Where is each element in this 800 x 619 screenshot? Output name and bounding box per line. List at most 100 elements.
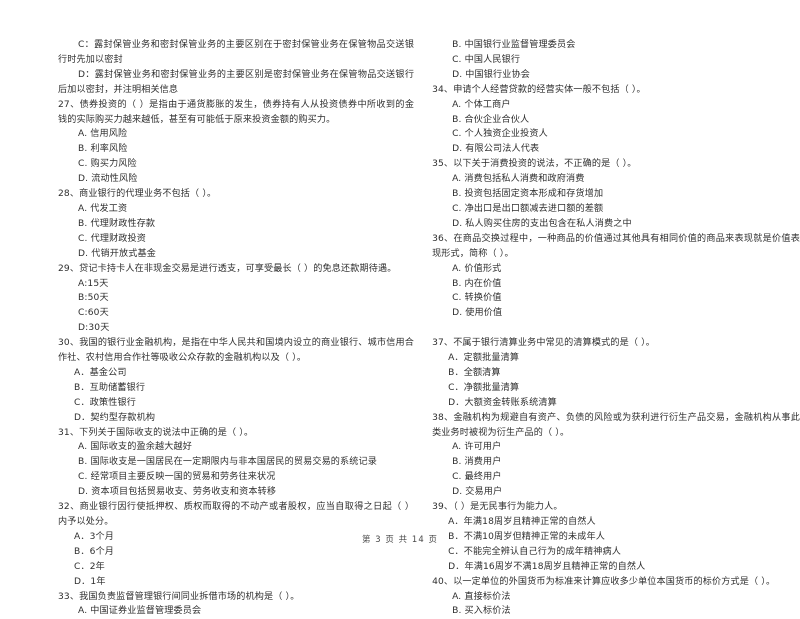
question-39-stem: 39、（ ）是无民事行为能力人。 [432,500,800,515]
question-35-text: 以下关于消费投资的说法，不正确的是（ ）。 [453,159,637,170]
question-29-option-c[interactable]: C:60天 [58,306,414,321]
question-33: 33、我国负责监督管理银行间同业拆借市场的机构是（ ）。 A. 中国证券业监督管… [58,590,414,619]
question-34-text: 申请个人经营贷款的经营实体一般不包括（ ）。 [453,84,646,95]
question-34-option-c[interactable]: C. 个人独资企业投资人 [432,127,800,142]
column-gap-spacer [432,321,800,336]
question-39-option-d[interactable]: D．年满16周岁不满18周岁且精神正常的自然人 [432,560,800,575]
question-39-option-a[interactable]: A．年满18周岁且精神正常的自然人 [432,515,800,530]
question-27-stem: 27、债券投资的（ ）是指由于通货膨胀的发生，债券持有人从投资债券中所收到的金钱… [58,98,414,128]
question-33-stem: 33、我国负责监督管理银行间同业拆借市场的机构是（ ）。 [58,590,414,605]
question-30-option-a[interactable]: A．基金公司 [58,366,414,381]
question-39-text: （ ）是无民事行为能力人。 [453,502,563,513]
question-27: 27、债券投资的（ ）是指由于通货膨胀的发生，债券持有人从投资债券中所收到的金钱… [58,98,414,187]
question-27-text: 债券投资的（ ）是指由于通货膨胀的发生，债券持有人从投资债券中所收到的金钱的实际… [58,99,415,125]
question-29-option-b[interactable]: B:50天 [58,291,414,306]
question-32-option-d[interactable]: D．1年 [58,575,414,590]
question-38-option-b[interactable]: B. 消费用户 [432,455,800,470]
question-30: 30、我国的银行业金融机构，是指在中华人民共和国境内设立的商业银行、城市信用合作… [58,336,414,425]
question-27-option-c[interactable]: C. 购买力风险 [58,157,414,172]
question-30-text: 我国的银行业金融机构，是指在中华人民共和国境内设立的商业银行、城市信用合作社、农… [58,338,415,364]
question-35-option-b[interactable]: B. 投资包括固定资本形成和存货增加 [432,187,800,202]
question-40-text: 以一定单位的外国货币为标准来计算应收多少单位本国货币的标价方式是（ ）。 [453,576,776,587]
question-29-stem: 29、贷记卡持卡人在非现金交易是进行透支，可享受最长（ ）的免息还款期待遇。 [58,262,414,277]
question-34: 34、申请个人经营贷款的经营实体一般不包括（ ）。 A. 个体工商户 B. 合伙… [432,83,800,158]
question-34-option-d[interactable]: D. 有限公司法人代表 [432,142,800,157]
question-36: 36、在商品交换过程中，一种商品的价值通过其他具有相同价值的商品来表现就是价值表… [432,232,800,321]
question-29-option-d[interactable]: D:30天 [58,321,414,336]
left-column: C：露封保管业务和密封保管业务的主要区别在于密封保管业务在保管物品交送银行时先加… [58,38,426,619]
question-37-option-b[interactable]: B．全额清算 [432,366,800,381]
question-36-option-b[interactable]: B. 内在价值 [432,277,800,292]
question-40-option-b[interactable]: B. 买入标价法 [432,604,800,619]
question-35-stem: 35、以下关于消费投资的说法，不正确的是（ ）。 [432,157,800,172]
right-column: B. 中国银行业监督管理委员会 C. 中国人民银行 D. 中国银行业协会 34、… [432,38,800,619]
question-38-option-a[interactable]: A. 许可用户 [432,440,800,455]
question-28-number: 28、 [58,189,80,200]
question-33-option-b[interactable]: B. 中国银行业监督管理委员会 [432,38,800,53]
question-39-option-c[interactable]: C．不能完全辨认自己行为的成年精神病人 [432,545,800,560]
question-31-option-b[interactable]: B. 国际收支是一国居民在一定期限内与非本国居民的贸易交易的系统记录 [58,455,414,470]
question-38-option-c[interactable]: C. 最终用户 [432,470,800,485]
question-37-option-c[interactable]: C．净额批量清算 [432,381,800,396]
question-34-stem: 34、申请个人经营贷款的经营实体一般不包括（ ）。 [432,83,800,98]
question-27-option-a[interactable]: A. 信用风险 [58,127,414,142]
question-36-option-a[interactable]: A. 价值形式 [432,262,800,277]
question-31: 31、下列关于国际收支的说法中正确的是（ ）。 A. 国际收支的盈余越大越好 B… [58,426,414,501]
question-28-option-a[interactable]: A. 代发工资 [58,202,414,217]
question-32-number: 32、 [58,502,80,513]
question-35-option-c[interactable]: C. 净出口是出口额减去进口额的差额 [432,202,800,217]
question-30-option-d[interactable]: D．契约型存款机构 [58,411,414,426]
question-37-number: 37、 [432,338,454,349]
question-32-option-b[interactable]: B．6个月 [58,545,414,560]
question-27-number: 27、 [58,99,80,110]
question-35-option-a[interactable]: A. 消费包括私人消费和政府消费 [432,172,800,187]
question-29-number: 29、 [58,263,80,274]
question-33-option-d[interactable]: D. 中国银行业协会 [432,68,800,83]
question-37: 37、不属于银行清算业务中常见的清算模式的是（ ）。 A．定额批量清算 B．全额… [432,336,800,411]
question-30-number: 30、 [58,338,80,349]
question-29-text: 贷记卡持卡人在非现金交易是进行透支，可享受最长（ ）的免息还款期待遇。 [79,263,397,274]
question-29-option-a[interactable]: A:15天 [58,277,414,292]
question-34-option-b[interactable]: B. 合伙企业合伙人 [432,113,800,128]
question-34-option-a[interactable]: A. 个体工商户 [432,98,800,113]
question-27-option-d[interactable]: D. 流动性风险 [58,172,414,187]
question-31-option-c[interactable]: C. 经常项目主要反映一国的贸易和劳务往来状况 [58,470,414,485]
question-29: 29、贷记卡持卡人在非现金交易是进行透支，可享受最长（ ）的免息还款期待遇。 A… [58,262,414,337]
exam-page: C：露封保管业务和密封保管业务的主要区别在于密封保管业务在保管物品交送银行时先加… [0,0,800,616]
question-38-text: 金融机构为规避自有资产、负债的风险或为获利进行衍生产品交易，金融机构从事此类业务… [432,412,800,438]
question-32-stem: 32、商业银行因行使抵押权、质权而取得的不动产或者股权，应当自取得之日起（ ）内… [58,500,414,530]
question-28-option-c[interactable]: C. 代理财政投资 [58,232,414,247]
question-27-option-b[interactable]: B. 利率风险 [58,142,414,157]
question-33-option-c[interactable]: C. 中国人民银行 [432,53,800,68]
question-31-option-a[interactable]: A. 国际收支的盈余越大越好 [58,440,414,455]
question-31-stem: 31、下列关于国际收支的说法中正确的是（ ）。 [58,426,414,441]
question-38-option-d[interactable]: D. 交易用户 [432,485,800,500]
question-32-option-c[interactable]: C．2年 [58,560,414,575]
question-34-number: 34、 [432,84,454,95]
question-35-option-d[interactable]: D. 私人购买住房的支出包含在私人消费之中 [432,217,800,232]
question-30-option-b[interactable]: B．互助储蓄银行 [58,381,414,396]
page-columns: C：露封保管业务和密封保管业务的主要区别在于密封保管业务在保管物品交送银行时先加… [0,38,800,619]
question-33-number: 33、 [58,591,80,602]
question-40-stem: 40、以一定单位的外国货币为标准来计算应收多少单位本国货币的标价方式是（ ）。 [432,575,800,590]
question-36-option-d[interactable]: D. 使用价值 [432,306,800,321]
question-40-option-a[interactable]: A. 直接标价法 [432,590,800,605]
question-37-option-a[interactable]: A．定额批量清算 [432,351,800,366]
question-36-option-c[interactable]: C. 转换价值 [432,291,800,306]
question-28: 28、商业银行的代理业务不包括（ ）。 A. 代发工资 B. 代理财政性存款 C… [58,187,414,262]
question-36-text: 在商品交换过程中，一种商品的价值通过其他具有相同价值的商品来表现就是价值表现形式… [432,233,800,259]
question-28-option-d[interactable]: D. 代销开放式基金 [58,247,414,262]
question-30-stem: 30、我国的银行业金融机构，是指在中华人民共和国境内设立的商业银行、城市信用合作… [58,336,414,366]
question-38-stem: 38、金融机构为规避自有资产、负债的风险或为获利进行衍生产品交易，金融机构从事此… [432,411,800,441]
question-28-text: 商业银行的代理业务不包括（ ）。 [79,189,217,200]
question-28-option-b[interactable]: B. 代理财政性存款 [58,217,414,232]
question-33-option-a[interactable]: A. 中国证券业监督管理委员会 [58,604,414,619]
carryover-option-d: D：露封保管业务和密封保管业务的主要区别是密封保管业务在保管物品交送银行后加以密… [58,69,415,95]
page-footer: 第 3 页 共 14 页 [362,534,438,544]
question-30-option-c[interactable]: C．政策性银行 [58,396,414,411]
question-32-text: 商业银行因行使抵押权、质权而取得的不动产或者股权，应当自取得之日起（ ）内予以处… [58,502,415,527]
question-35: 35、以下关于消费投资的说法，不正确的是（ ）。 A. 消费包括私人消费和政府消… [432,157,800,232]
question-31-option-d[interactable]: D. 资本项目包括贸易收支、劳务收支和资本转移 [58,485,414,500]
question-37-option-d[interactable]: D．大额资金转账系统清算 [432,396,800,411]
question-37-stem: 37、不属于银行清算业务中常见的清算模式的是（ ）。 [432,336,800,351]
